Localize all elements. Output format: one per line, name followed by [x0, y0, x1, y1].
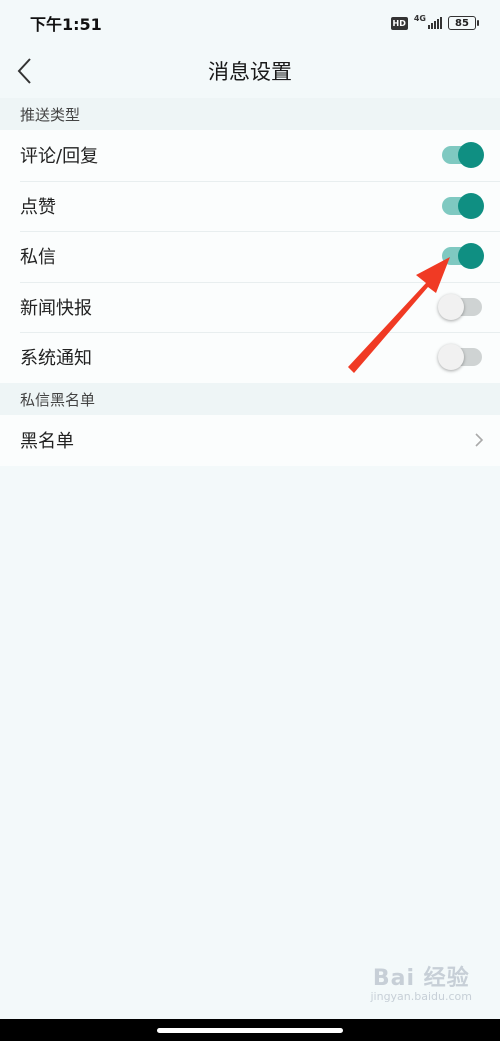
home-indicator[interactable]: [157, 1027, 343, 1033]
page-title: 消息设置: [208, 60, 292, 84]
battery-icon: 85: [448, 16, 479, 30]
blacklist-label: 黑名单: [20, 431, 74, 453]
status-time: 下午1:51: [30, 15, 102, 34]
status-icons: HD 4G 85: [390, 14, 479, 30]
setting-label: 系统通知: [20, 348, 92, 370]
section-header-push: 推送类型: [0, 98, 500, 130]
battery-level: 85: [455, 17, 469, 29]
chevron-right-icon: [475, 433, 484, 447]
toggle-news[interactable]: [438, 293, 482, 320]
network-type: 4G: [413, 14, 426, 23]
chevron-left-icon: [17, 58, 31, 84]
toggle-system[interactable]: [438, 344, 482, 371]
setting-label: 新闻快报: [20, 297, 92, 319]
setting-label: 评论/回复: [20, 146, 99, 168]
watermark-logo: Bai 经验: [372, 966, 470, 991]
nav-bar: 消息设置: [0, 46, 500, 96]
setting-row-messages: 私信: [0, 231, 500, 282]
setting-label: 点赞: [20, 196, 56, 218]
toggle-knob: [458, 192, 484, 219]
setting-label: 私信: [20, 247, 56, 269]
watermark: Bai 经验 jingyan.baidu.com: [370, 960, 472, 1003]
signal-icon: [428, 17, 442, 29]
setting-row-likes: 点赞: [0, 180, 500, 232]
hd-badge: HD: [390, 16, 408, 30]
blacklist-row[interactable]: 黑名单: [0, 415, 500, 466]
toggle-likes[interactable]: [442, 192, 484, 219]
setting-row-news: 新闻快报: [0, 281, 500, 333]
toggle-knob: [458, 142, 484, 169]
blacklist-list: 黑名单: [0, 415, 500, 466]
toggle-comments[interactable]: [442, 142, 484, 169]
toggle-knob: [458, 243, 484, 270]
toggle-knob: [438, 293, 464, 320]
push-settings-list: 评论/回复 点赞 私信 新闻快报 系统通知: [0, 130, 500, 383]
toggle-messages[interactable]: [442, 243, 484, 270]
status-bar: 下午1:51 HD 4G 85: [0, 0, 500, 46]
setting-row-system: 系统通知: [0, 332, 500, 383]
watermark-url: jingyan.baidu.com: [370, 990, 472, 1003]
section-header-blacklist: 私信黑名单: [0, 383, 500, 415]
toggle-knob: [438, 344, 464, 371]
gesture-bar: [0, 1019, 500, 1041]
back-button[interactable]: [10, 54, 38, 88]
setting-row-comments: 评论/回复: [0, 130, 500, 181]
